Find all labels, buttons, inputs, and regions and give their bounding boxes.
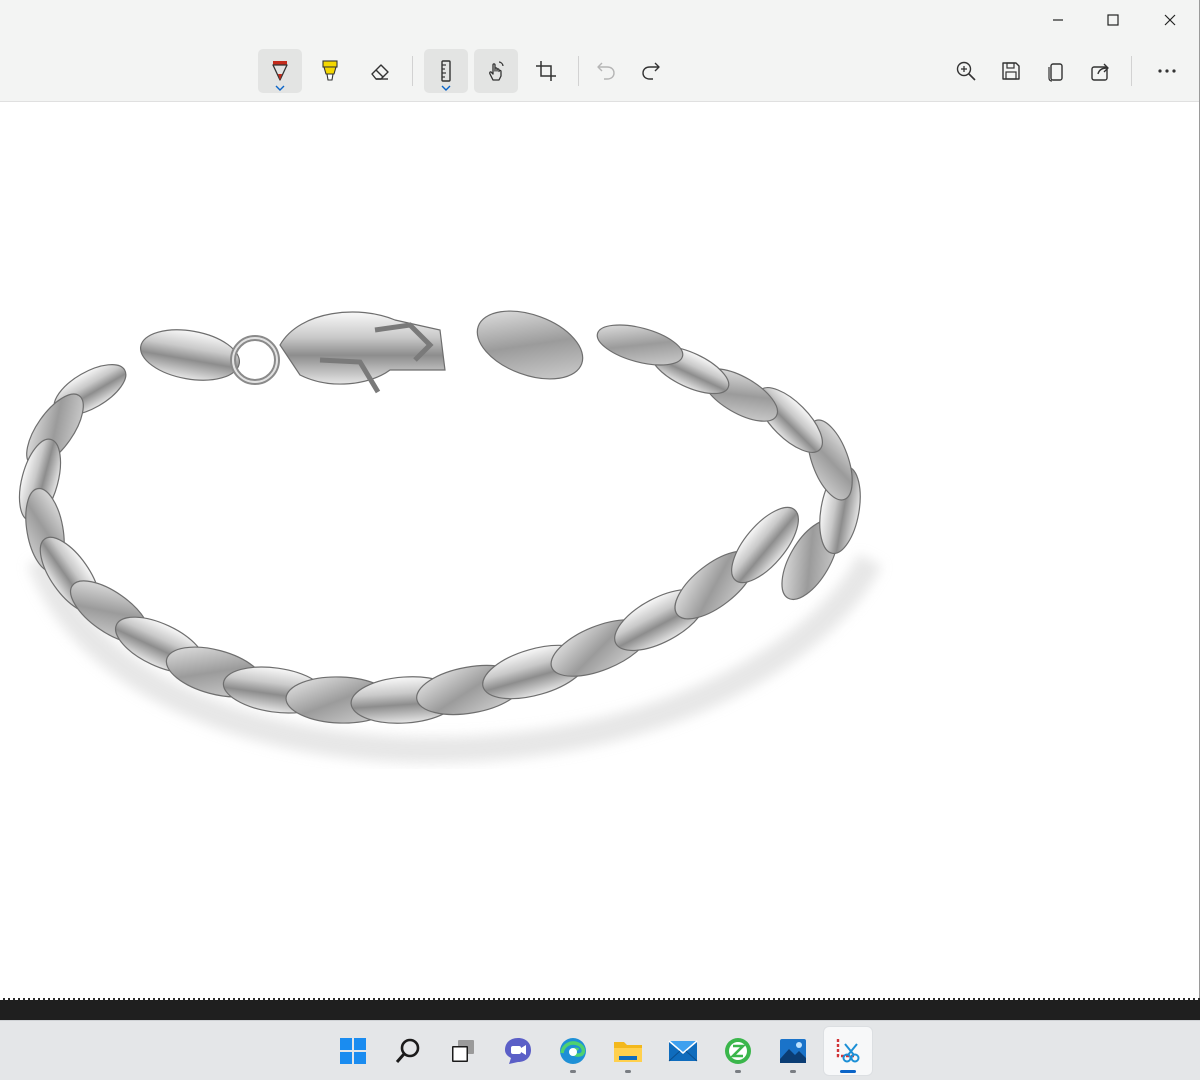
save-icon	[1002, 62, 1020, 80]
chat-button[interactable]	[494, 1027, 542, 1075]
ballpoint-pen-icon	[272, 61, 288, 81]
redo-icon	[642, 62, 660, 80]
minimize-button[interactable]	[1030, 0, 1086, 40]
copy-icon	[1048, 63, 1063, 82]
snipping-tool-button[interactable]	[824, 1027, 872, 1075]
running-indicator	[625, 1070, 631, 1073]
toolbar-separator	[578, 56, 579, 86]
folder-icon	[614, 1042, 642, 1062]
touch-writing-tool[interactable]	[474, 49, 518, 93]
edge-icon	[560, 1038, 586, 1064]
crop-tool[interactable]	[524, 49, 568, 93]
save-button[interactable]	[989, 49, 1033, 93]
ruler-icon	[441, 60, 451, 82]
snipping-tool-icon	[836, 1039, 860, 1063]
undo-icon	[597, 62, 615, 80]
mail-icon	[668, 1040, 698, 1062]
photos-button[interactable]	[769, 1027, 817, 1075]
highlighter-tool[interactable]	[308, 49, 352, 93]
maximize-icon	[1107, 14, 1119, 26]
running-indicator	[790, 1070, 796, 1073]
zoom-button[interactable]	[944, 49, 988, 93]
chevron-down-icon	[441, 85, 451, 91]
close-icon	[1164, 14, 1176, 26]
chevron-down-icon	[275, 85, 285, 91]
undo-button[interactable]	[584, 49, 628, 93]
app-button[interactable]	[714, 1027, 762, 1075]
taskbar	[0, 1020, 1200, 1080]
zoom-in-icon	[956, 61, 976, 81]
task-view-icon	[452, 1040, 474, 1062]
file-explorer-button[interactable]	[604, 1027, 652, 1075]
toolbar-separator	[412, 56, 413, 86]
maximize-button[interactable]	[1085, 0, 1141, 40]
image-canvas[interactable]	[0, 102, 1199, 998]
crop-icon	[536, 61, 556, 81]
edge-button[interactable]	[549, 1027, 597, 1075]
teams-chat-icon	[505, 1038, 531, 1064]
windows-logo-icon	[340, 1038, 366, 1064]
share-button[interactable]	[1079, 49, 1123, 93]
running-indicator	[735, 1070, 741, 1073]
search-icon	[395, 1038, 420, 1063]
eraser-icon	[371, 64, 389, 80]
highlighter-icon	[322, 60, 338, 81]
ballpoint-pen-tool[interactable]	[258, 49, 302, 93]
minimize-icon	[1053, 19, 1063, 21]
ruler-tool[interactable]	[424, 49, 468, 93]
photos-icon	[780, 1039, 806, 1063]
eraser-tool[interactable]	[358, 49, 402, 93]
running-indicator	[570, 1070, 576, 1073]
toolbar	[0, 0, 1199, 102]
window-edge	[0, 998, 1200, 1000]
copy-button[interactable]	[1034, 49, 1078, 93]
task-view-button[interactable]	[439, 1027, 487, 1075]
toolbar-separator	[1131, 56, 1132, 86]
green-app-icon	[725, 1038, 751, 1064]
start-button[interactable]	[329, 1027, 377, 1075]
mail-button[interactable]	[659, 1027, 707, 1075]
close-button[interactable]	[1142, 0, 1198, 40]
more-options-button[interactable]	[1145, 49, 1189, 93]
touch-writing-icon	[489, 61, 504, 81]
active-indicator	[840, 1070, 856, 1073]
background-strip	[0, 998, 1200, 1020]
silver-chain-bracelet-image	[18, 310, 882, 763]
more-icon	[1158, 69, 1176, 73]
share-icon	[1091, 63, 1109, 81]
redo-button[interactable]	[629, 49, 673, 93]
search-button[interactable]	[384, 1027, 432, 1075]
snipping-tool-window	[0, 0, 1200, 1000]
